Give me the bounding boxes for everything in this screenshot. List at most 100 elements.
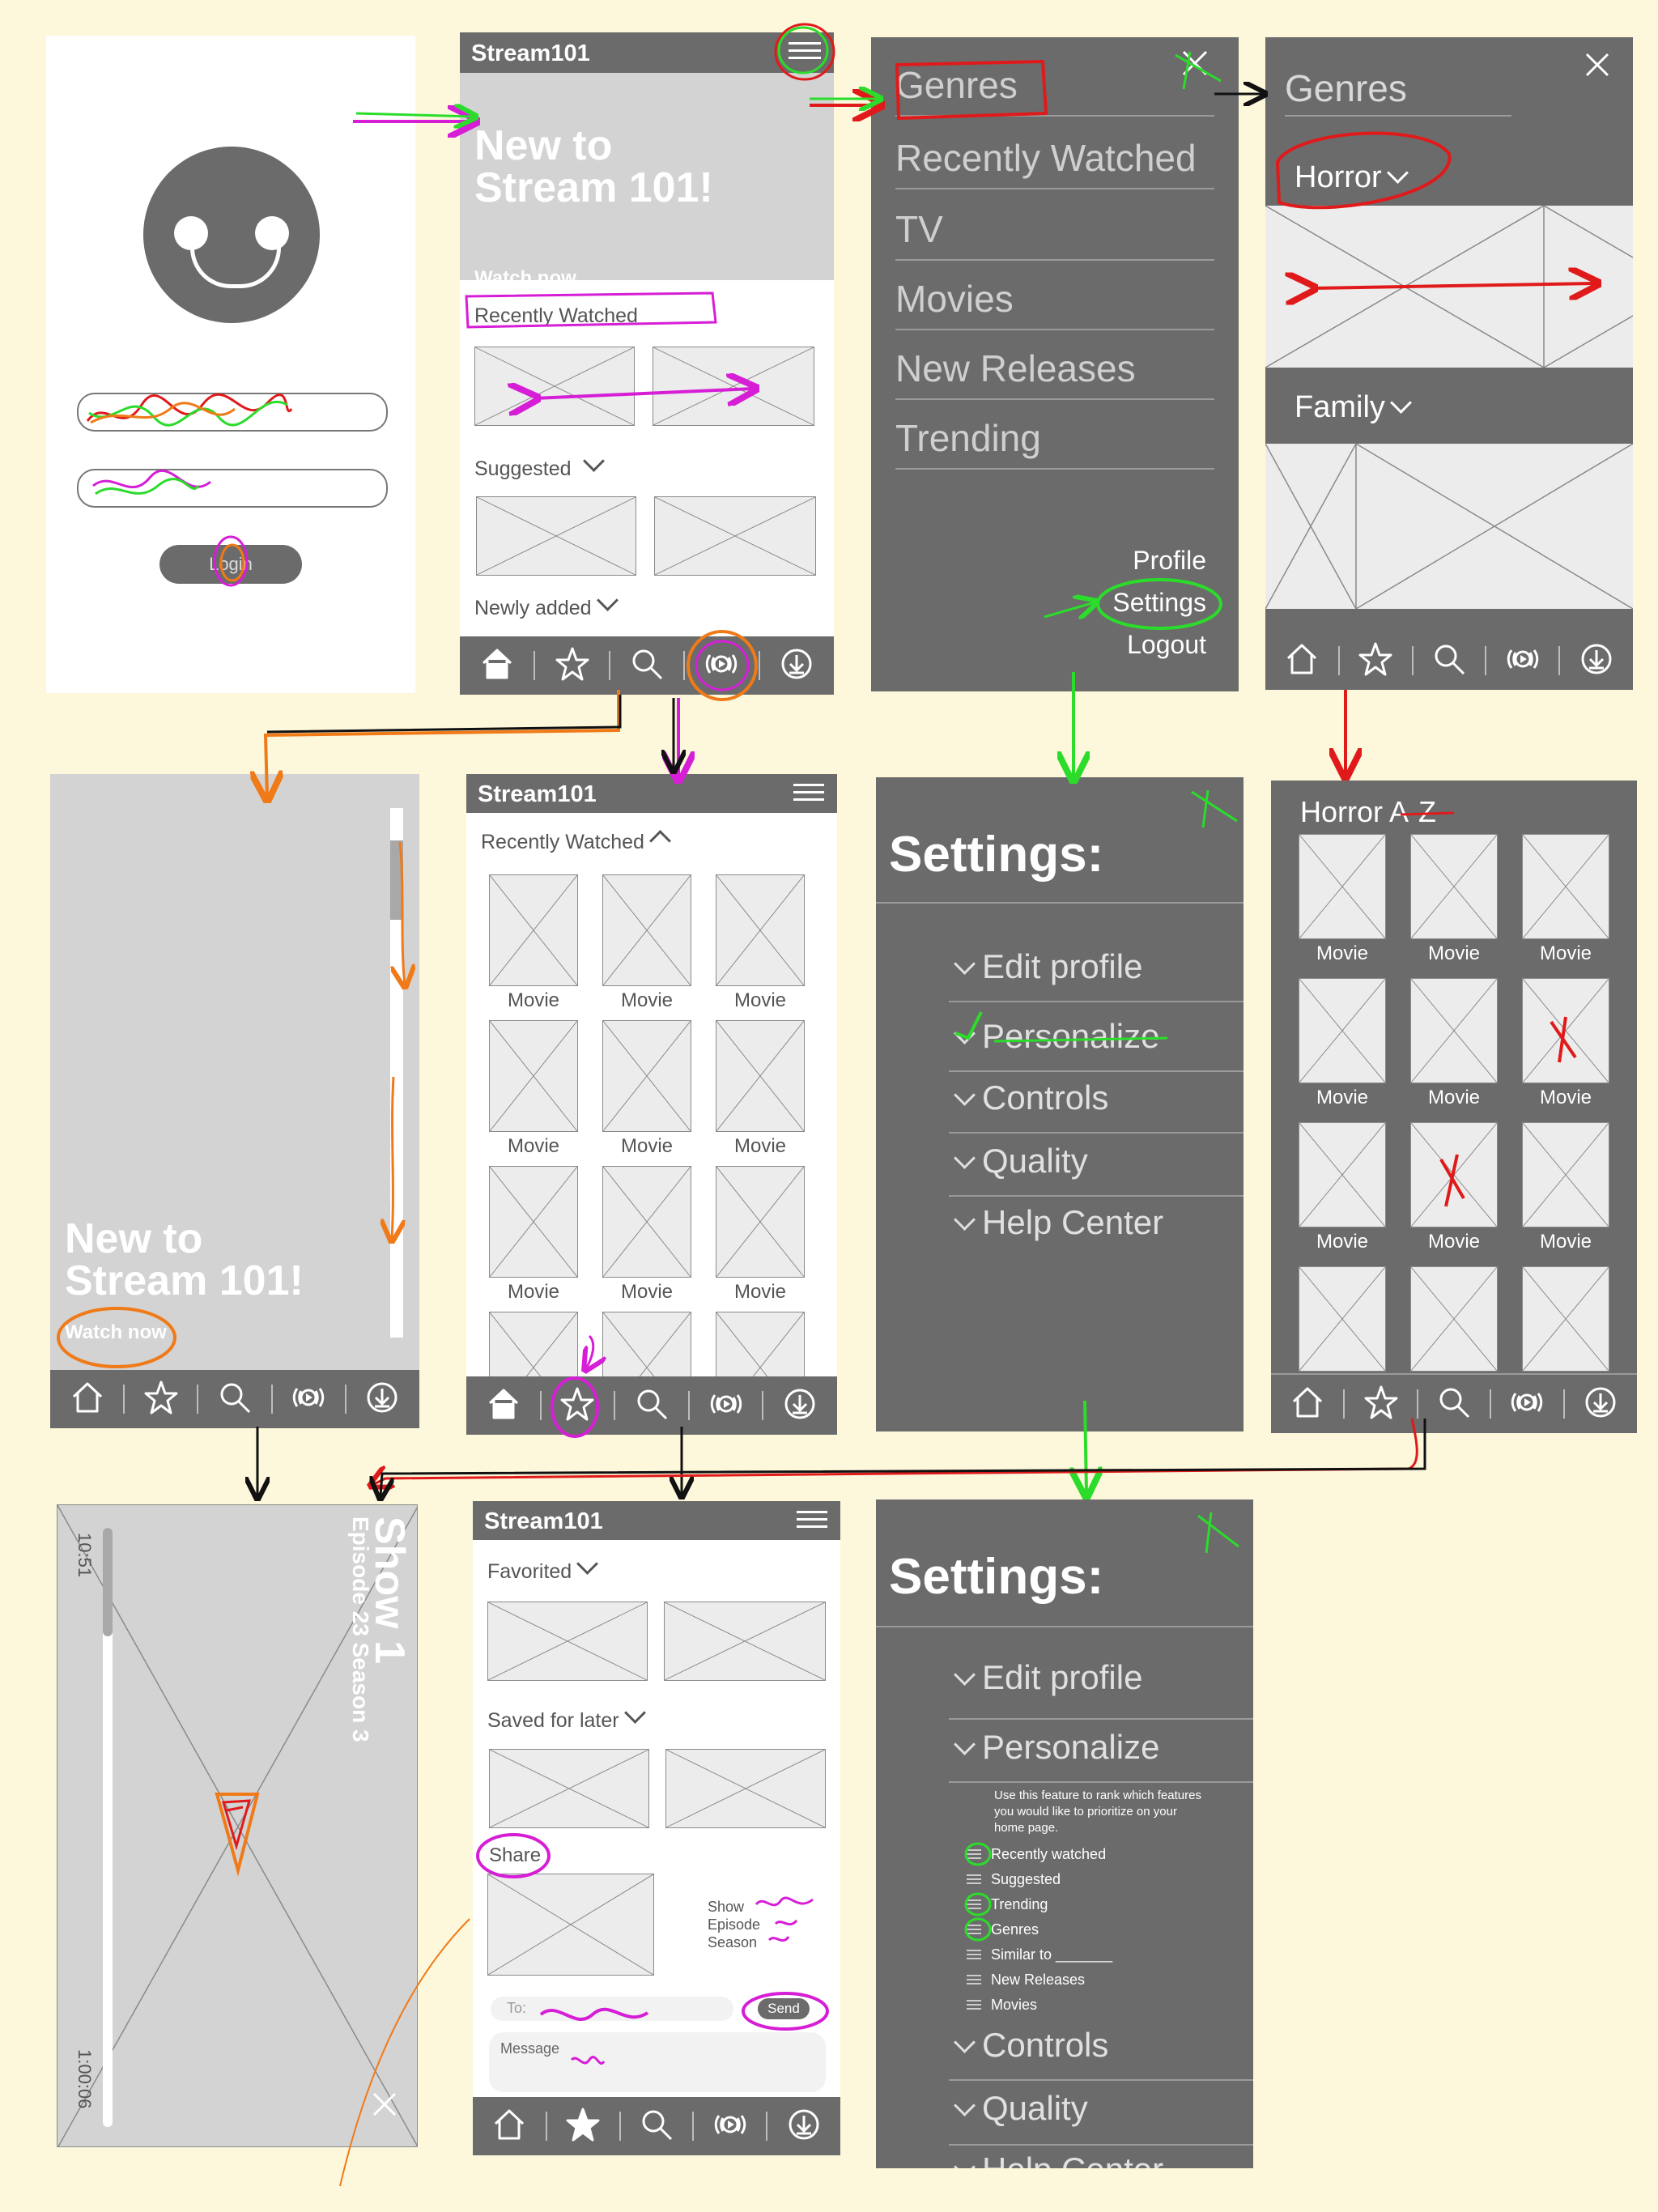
settings-personalize[interactable]: Personalize	[949, 1728, 1159, 1767]
login-button[interactable]: Login	[159, 545, 302, 584]
nav-favorites-button[interactable]	[1344, 1375, 1417, 1433]
nav-home-button[interactable]	[473, 2097, 546, 2155]
drag-handle-icon[interactable]	[967, 1972, 981, 1987]
horror-carousel[interactable]	[1265, 205, 1633, 368]
nav-favorites-button[interactable]	[1339, 632, 1413, 690]
nav-search-button[interactable]	[614, 1376, 689, 1435]
settings-help-center[interactable]: Help Center	[949, 2150, 1163, 2168]
nav-favorites-button[interactable]	[534, 636, 609, 695]
nav-home-button[interactable]	[1271, 1375, 1344, 1433]
send-button[interactable]: Send	[758, 1998, 810, 2019]
menu-item-tv[interactable]: TV	[895, 207, 1214, 261]
menu-settings-link[interactable]: Settings	[1112, 588, 1206, 618]
hero-cta[interactable]: Watch now	[65, 1321, 167, 1344]
movie-thumbnail[interactable]	[1299, 1266, 1386, 1372]
thumbnail[interactable]	[476, 496, 636, 576]
share-to-field[interactable]: To:	[491, 1997, 733, 2021]
nav-home-button[interactable]	[1265, 632, 1339, 690]
menu-item-movies[interactable]: Movies	[895, 277, 1214, 330]
settings-item[interactable]: Edit profile	[949, 947, 1142, 986]
menu-item-recently-watched[interactable]: Recently Watched	[895, 136, 1214, 189]
settings-item[interactable]: Personalize	[949, 1017, 1159, 1056]
thumbnail[interactable]	[664, 1602, 826, 1681]
movie-thumbnail[interactable]	[1410, 834, 1498, 939]
thumbnail[interactable]	[474, 347, 635, 426]
nav-search-button[interactable]	[610, 636, 684, 695]
nav-downloads-button[interactable]	[763, 1376, 837, 1435]
genre-family-toggle[interactable]: Family	[1295, 390, 1418, 425]
nav-live-button[interactable]	[272, 1370, 346, 1428]
drag-handle-icon[interactable]	[967, 1847, 981, 1861]
nav-live-button[interactable]	[693, 2097, 767, 2155]
nav-search-button[interactable]	[620, 2097, 694, 2155]
nav-search-button[interactable]	[1413, 632, 1486, 690]
thumbnail[interactable]	[654, 496, 816, 576]
movie-thumbnail[interactable]	[1522, 834, 1609, 939]
family-carousel[interactable]	[1265, 443, 1633, 610]
movie-thumbnail[interactable]	[1299, 834, 1386, 939]
movie-thumbnail[interactable]	[1522, 1266, 1609, 1372]
movie-thumbnail[interactable]	[1410, 1122, 1498, 1227]
movie-thumbnail[interactable]	[1522, 1122, 1609, 1227]
movie-thumbnail[interactable]	[716, 874, 805, 986]
nav-downloads-button[interactable]	[767, 2097, 840, 2155]
settings-item[interactable]: Controls	[949, 1078, 1108, 1117]
nav-downloads-button[interactable]	[759, 636, 834, 695]
movie-thumbnail[interactable]	[489, 874, 578, 986]
scroll-thumb[interactable]	[390, 840, 403, 920]
menu-item-trending[interactable]: Trending	[895, 416, 1214, 470]
drag-handle-icon[interactable]	[967, 1947, 981, 1962]
menu-item-new-releases[interactable]: New Releases	[895, 347, 1214, 400]
nav-live-button[interactable]	[689, 1376, 763, 1435]
nav-downloads-button[interactable]	[346, 1370, 419, 1428]
username-field[interactable]	[77, 393, 388, 432]
nav-favorites-button[interactable]	[541, 1376, 615, 1435]
hero-cta[interactable]: Watch now	[474, 267, 576, 290]
movie-thumbnail[interactable]	[1410, 978, 1498, 1083]
settings-quality[interactable]: Quality	[949, 2089, 1088, 2128]
section-recently-watched[interactable]: Recently Watched	[474, 304, 638, 328]
rank-item[interactable]: Similar to _______	[967, 1943, 1112, 1966]
nav-live-button[interactable]	[1486, 632, 1559, 690]
menu-icon[interactable]	[789, 37, 821, 64]
menu-icon[interactable]	[793, 779, 824, 806]
genre-horror-toggle[interactable]: Horror	[1295, 160, 1415, 195]
password-field[interactable]	[77, 469, 388, 508]
hero-banner[interactable]: New to Stream 101! Watch now	[460, 73, 834, 289]
nav-home-button[interactable]	[50, 1370, 124, 1428]
drag-handle-icon[interactable]	[967, 1997, 981, 2012]
menu-profile-link[interactable]: Profile	[1133, 546, 1206, 576]
movie-thumbnail[interactable]	[602, 874, 691, 986]
section-saved-for-later[interactable]: Saved for later	[487, 1702, 653, 1733]
movie-thumbnail[interactable]	[1410, 1266, 1498, 1372]
section-newly-added[interactable]: Newly added	[474, 589, 625, 620]
movie-thumbnail[interactable]	[602, 1020, 691, 1132]
section-recently-watched[interactable]: Recently Watched	[481, 830, 678, 854]
movie-thumbnail[interactable]	[1299, 978, 1386, 1083]
movie-thumbnail[interactable]	[1299, 1122, 1386, 1227]
movie-thumbnail[interactable]	[602, 1166, 691, 1278]
nav-favorites-button[interactable]	[124, 1370, 198, 1428]
movie-thumbnail[interactable]	[489, 1020, 578, 1132]
drag-handle-icon[interactable]	[967, 1872, 981, 1887]
nav-search-button[interactable]	[198, 1370, 271, 1428]
rank-item[interactable]: Recently watched	[967, 1843, 1106, 1865]
settings-item[interactable]: Help Center	[949, 1203, 1163, 1242]
rank-item[interactable]: New Releases	[967, 1968, 1085, 1991]
nav-live-button[interactable]	[1490, 1375, 1563, 1433]
close-icon[interactable]	[372, 2091, 397, 2117]
rank-item[interactable]: Trending	[967, 1893, 1048, 1916]
rank-item[interactable]: Movies	[967, 1993, 1037, 2016]
thumbnail[interactable]	[653, 347, 814, 426]
thumbnail[interactable]	[665, 1749, 826, 1828]
movie-thumbnail[interactable]	[716, 1020, 805, 1132]
thumbnail[interactable]	[487, 1602, 648, 1681]
rank-item[interactable]: Suggested	[967, 1868, 1061, 1891]
movie-thumbnail[interactable]	[489, 1166, 578, 1278]
movie-thumbnail[interactable]	[1522, 978, 1609, 1083]
nav-downloads-button[interactable]	[1559, 632, 1633, 690]
video-progress-track[interactable]	[103, 1528, 113, 2127]
drag-handle-icon[interactable]	[967, 1897, 981, 1912]
nav-home-button[interactable]	[466, 1376, 541, 1435]
section-favorited[interactable]: Favorited	[487, 1553, 605, 1584]
